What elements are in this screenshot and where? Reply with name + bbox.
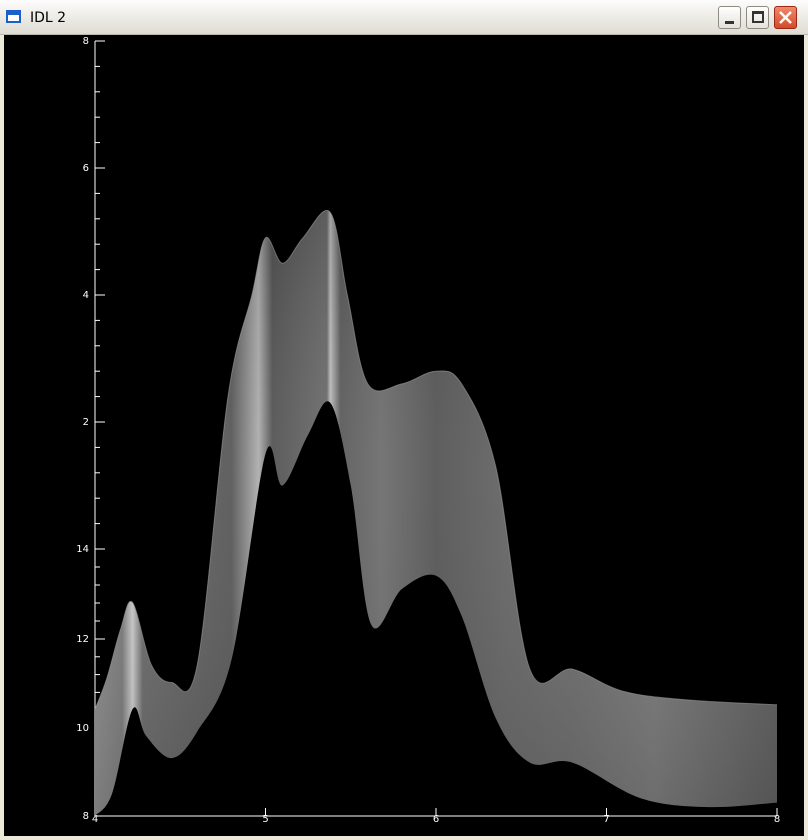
y-tick-label: 12 xyxy=(76,634,89,645)
plot-canvas: 8 10 12 14 2 4 6 8 4 5 6 7 8 xyxy=(4,35,804,836)
y-tick-label: 10 xyxy=(76,723,89,734)
surface-layer xyxy=(94,209,778,816)
y-tick-label: 8 xyxy=(83,36,89,47)
close-button[interactable] xyxy=(774,6,797,29)
idl-window: IDL 2 8 10 12 14 2 4 6 8 4 5 6 7 8 xyxy=(0,0,808,840)
minimize-button[interactable] xyxy=(718,6,741,29)
close-icon xyxy=(779,11,792,24)
title-bar[interactable]: IDL 2 xyxy=(0,0,808,35)
y-tick-label: 14 xyxy=(76,544,89,555)
maximize-button[interactable] xyxy=(746,6,769,29)
x-tick-label: 5 xyxy=(262,814,268,825)
minimize-icon xyxy=(725,21,734,24)
y-tick-label: 6 xyxy=(83,163,89,174)
x-tick-label: 8 xyxy=(774,814,780,825)
surface-shading xyxy=(95,210,777,816)
idl-window-icon[interactable] xyxy=(6,10,21,23)
x-tick-label: 7 xyxy=(603,814,609,825)
y-tick-label: 8 xyxy=(83,811,89,822)
window-title: IDL 2 xyxy=(30,10,67,26)
surface-plot: 810121424684 5 6 7 8 xyxy=(76,36,780,825)
maximize-icon xyxy=(752,11,764,23)
y-tick-label: 4 xyxy=(83,290,89,301)
x-tick-label: 6 xyxy=(433,814,439,825)
y-tick-label: 2 xyxy=(83,417,89,428)
